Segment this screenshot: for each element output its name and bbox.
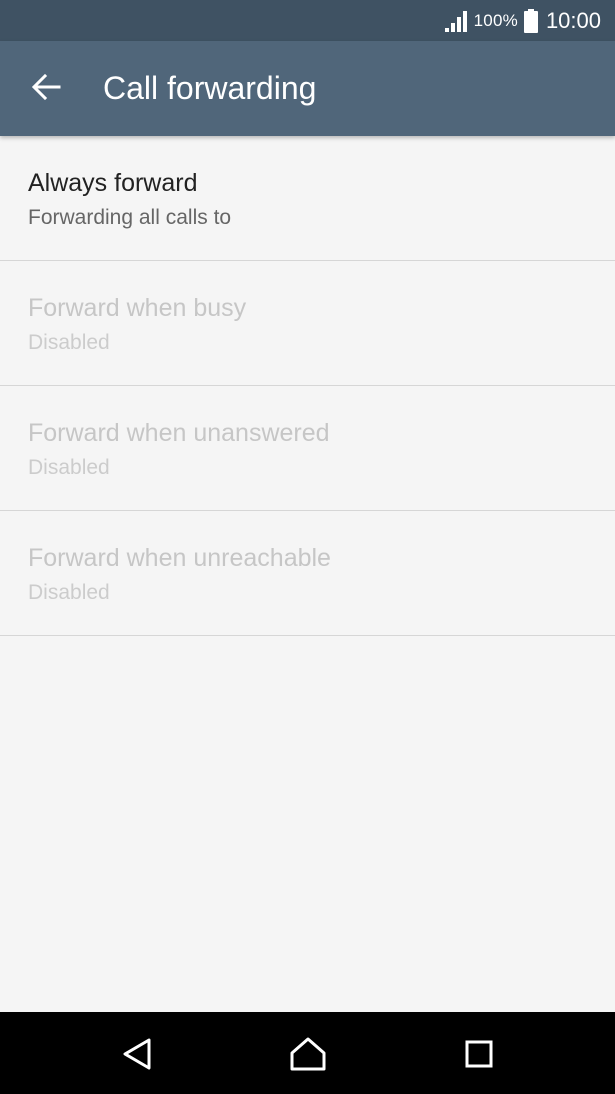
nav-recents-button[interactable] — [457, 1032, 501, 1076]
arrow-left-icon — [31, 73, 61, 105]
navigation-bar — [0, 1012, 615, 1094]
nav-back-button[interactable] — [115, 1032, 159, 1076]
item-title: Forward when busy — [28, 294, 247, 322]
item-subtitle: Disabled — [28, 456, 110, 479]
item-title: Forward when unanswered — [28, 419, 330, 447]
status-icons: 100% 10:00 — [444, 0, 601, 41]
list-item-forward-when-unanswered: Forward when unanswered Disabled — [0, 386, 615, 511]
battery-icon — [523, 8, 538, 33]
item-title: Always forward — [28, 169, 198, 197]
recents-square-icon — [464, 1039, 494, 1069]
clock: 10:00 — [545, 7, 601, 33]
signal-icon — [444, 10, 468, 32]
item-subtitle: Disabled — [28, 581, 110, 604]
back-triangle-icon — [121, 1037, 153, 1071]
home-icon — [289, 1036, 327, 1072]
status-bar: 100% 10:00 — [0, 0, 615, 41]
list-item-always-forward[interactable]: Always forward Forwarding all calls to — [0, 136, 615, 261]
item-subtitle: Disabled — [28, 331, 110, 354]
back-button[interactable] — [22, 65, 70, 113]
list-item-forward-when-busy: Forward when busy Disabled — [0, 261, 615, 386]
list-item-forward-when-unreachable: Forward when unreachable Disabled — [0, 511, 615, 636]
screen: 100% 10:00 Call forwarding Always forwar… — [0, 0, 615, 1094]
battery-percent: 100% — [473, 10, 518, 30]
call-forwarding-list: Always forward Forwarding all calls to F… — [0, 136, 615, 636]
nav-home-button[interactable] — [286, 1032, 330, 1076]
item-title: Forward when unreachable — [28, 544, 331, 572]
app-bar: Call forwarding — [0, 41, 615, 136]
page-title: Call forwarding — [103, 70, 317, 106]
item-subtitle: Forwarding all calls to — [28, 206, 232, 229]
